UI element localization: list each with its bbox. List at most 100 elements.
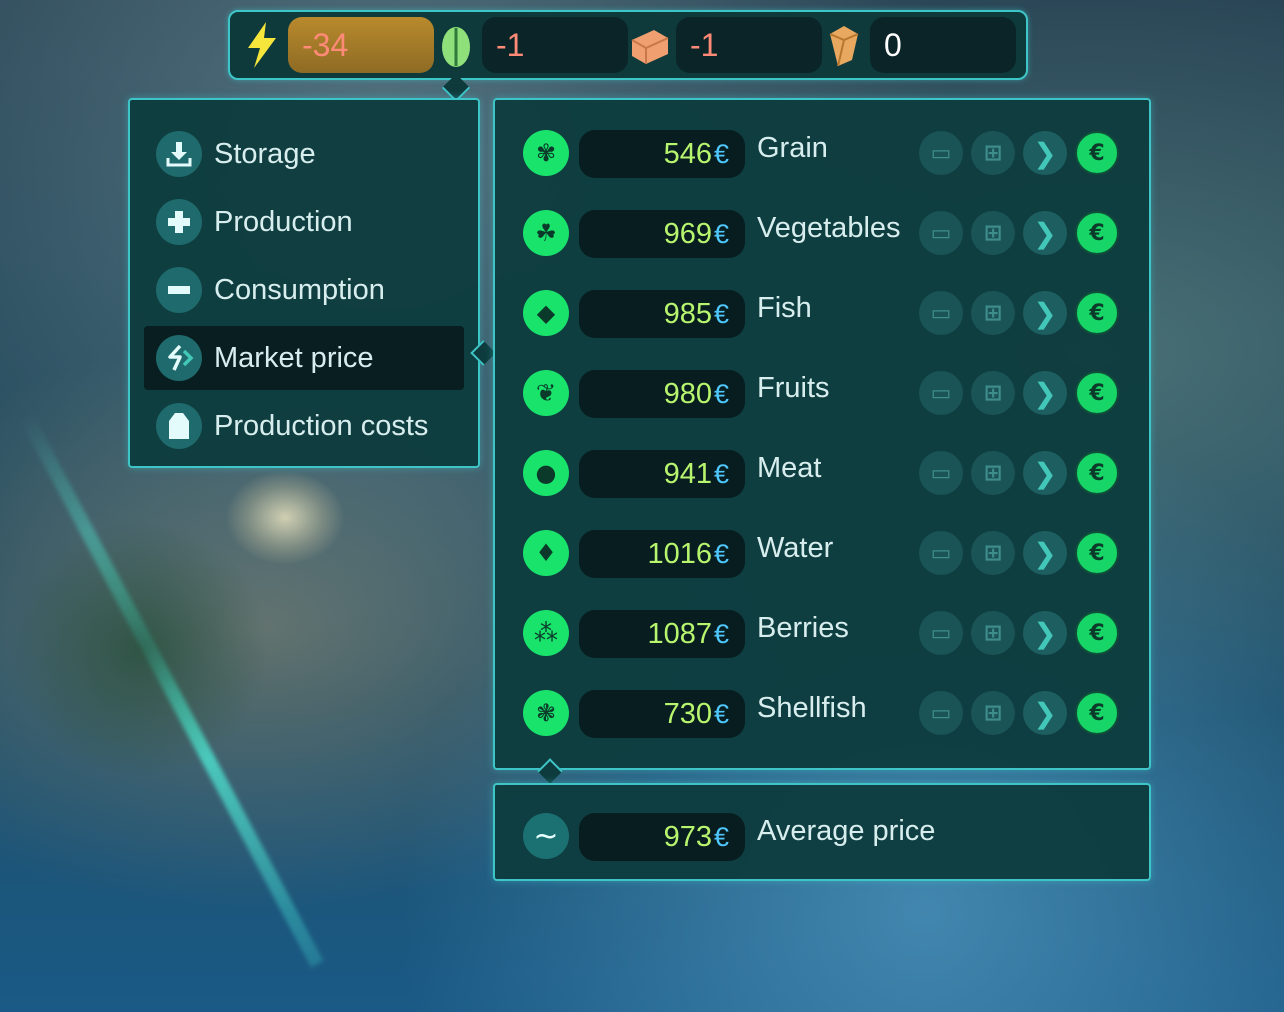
price-box: 730 € (579, 690, 745, 738)
price-value: 980 (663, 377, 712, 410)
resource-materials-value: -1 (676, 17, 822, 73)
background-forest (10, 520, 270, 780)
increase-button[interactable]: ⊞ (971, 211, 1015, 255)
goods-row: ✾ 546 € Grain ▭ ⊞ ❯ € (495, 122, 1149, 202)
market-button[interactable]: ❯ (1023, 691, 1067, 735)
vegetables-icon: ☘ (523, 210, 569, 256)
price-value: 1087 (647, 617, 712, 650)
market-icon (156, 335, 202, 381)
fish-icon: ◆ (523, 290, 569, 336)
menu-item-label: Market price (214, 341, 374, 374)
price-value: 730 (663, 697, 712, 730)
currency-symbol: € (713, 378, 729, 409)
tilde-icon: ~ (523, 813, 569, 859)
currency-symbol: € (713, 138, 729, 169)
increase-button[interactable]: ⊞ (971, 291, 1015, 335)
decrease-button[interactable]: ▭ (919, 531, 963, 575)
goods-row: ⁂ 1087 € Berries ▭ ⊞ ❯ € (495, 602, 1149, 682)
price-tag-button[interactable]: € (1075, 531, 1119, 575)
resource-energy[interactable]: -34 (240, 17, 434, 73)
market-button[interactable]: ❯ (1023, 131, 1067, 175)
decrease-button[interactable]: ▭ (919, 291, 963, 335)
menu-item-label: Storage (214, 137, 316, 170)
price-tag-button[interactable]: € (1075, 211, 1119, 255)
resource-crystal-value: 0 (870, 17, 1016, 73)
resource-food[interactable]: -1 (434, 17, 628, 73)
goods-row: ● 941 € Meat ▭ ⊞ ❯ € (495, 442, 1149, 522)
market-button[interactable]: ❯ (1023, 611, 1067, 655)
price-box: 973 € (579, 813, 745, 861)
goods-name: Fish (757, 292, 812, 324)
decrease-button[interactable]: ▭ (919, 131, 963, 175)
average-price-panel: ~ 973 € Average price (493, 783, 1151, 881)
meat-icon: ● (523, 450, 569, 496)
goods-name: Grain (757, 132, 828, 164)
market-button[interactable]: ❯ (1023, 291, 1067, 335)
goods-name: Vegetables (757, 212, 901, 244)
minus-icon (156, 267, 202, 313)
plus-icon (156, 199, 202, 245)
price-box: 941 € (579, 450, 745, 498)
increase-button[interactable]: ⊞ (971, 531, 1015, 575)
price-box: 546 € (579, 130, 745, 178)
price-tag-button[interactable]: € (1075, 371, 1119, 415)
shellfish-icon: ❃ (523, 690, 569, 736)
goods-name: Water (757, 532, 834, 564)
increase-button[interactable]: ⊞ (971, 691, 1015, 735)
price-box: 980 € (579, 370, 745, 418)
brick-icon (628, 20, 672, 70)
increase-button[interactable]: ⊞ (971, 451, 1015, 495)
increase-button[interactable]: ⊞ (971, 131, 1015, 175)
average-price-value: 973 (663, 820, 712, 853)
price-value: 985 (663, 297, 712, 330)
price-box: 1016 € (579, 530, 745, 578)
berries-icon: ⁂ (523, 610, 569, 656)
crystal-icon (822, 20, 866, 70)
goods-name: Fruits (757, 372, 830, 404)
price-tag-button[interactable]: € (1075, 691, 1119, 735)
currency-symbol: € (713, 538, 729, 569)
goods-row: ☘ 969 € Vegetables ▭ ⊞ ❯ € (495, 202, 1149, 282)
fruits-icon: ❦ (523, 370, 569, 416)
decrease-button[interactable]: ▭ (919, 371, 963, 415)
menu-item-production-costs[interactable]: Production costs (144, 394, 464, 458)
increase-button[interactable]: ⊞ (971, 611, 1015, 655)
price-box: 969 € (579, 210, 745, 258)
currency-symbol: € (713, 458, 729, 489)
price-value: 969 (663, 217, 712, 250)
decrease-button[interactable]: ▭ (919, 611, 963, 655)
price-tag-button[interactable]: € (1075, 451, 1119, 495)
goods-price-panel: ✾ 546 € Grain ▭ ⊞ ❯ € ☘ 969 € Vegetables ▭… (493, 98, 1151, 770)
tag-icon (156, 403, 202, 449)
resource-crystal[interactable]: 0 (822, 17, 1016, 73)
decrease-button[interactable]: ▭ (919, 451, 963, 495)
goods-name: Berries (757, 612, 849, 644)
price-value: 1016 (647, 537, 712, 570)
currency-symbol: € (713, 218, 729, 249)
menu-item-market-price[interactable]: Market price (144, 326, 464, 390)
market-button[interactable]: ❯ (1023, 451, 1067, 495)
menu-item-storage[interactable]: Storage (144, 122, 464, 186)
price-tag-button[interactable]: € (1075, 611, 1119, 655)
view-mode-menu: Storage Production Consumption Market pr… (128, 98, 480, 468)
menu-item-consumption[interactable]: Consumption (144, 258, 464, 322)
market-button[interactable]: ❯ (1023, 211, 1067, 255)
menu-item-production[interactable]: Production (144, 190, 464, 254)
market-button[interactable]: ❯ (1023, 531, 1067, 575)
decrease-button[interactable]: ▭ (919, 691, 963, 735)
storage-icon (156, 131, 202, 177)
resource-materials[interactable]: -1 (628, 17, 822, 73)
currency-symbol: € (713, 821, 729, 852)
price-tag-button[interactable]: € (1075, 131, 1119, 175)
decrease-button[interactable]: ▭ (919, 211, 963, 255)
leaf-icon (434, 20, 478, 70)
goods-row: ❃ 730 € Shellfish ▭ ⊞ ❯ € (495, 682, 1149, 762)
currency-symbol: € (713, 618, 729, 649)
increase-button[interactable]: ⊞ (971, 371, 1015, 415)
goods-row: ❦ 980 € Fruits ▭ ⊞ ❯ € (495, 362, 1149, 442)
market-button[interactable]: ❯ (1023, 371, 1067, 415)
menu-item-label: Consumption (214, 273, 385, 306)
resource-food-value: -1 (482, 17, 628, 73)
resource-energy-value: -34 (288, 17, 434, 73)
price-tag-button[interactable]: € (1075, 291, 1119, 335)
